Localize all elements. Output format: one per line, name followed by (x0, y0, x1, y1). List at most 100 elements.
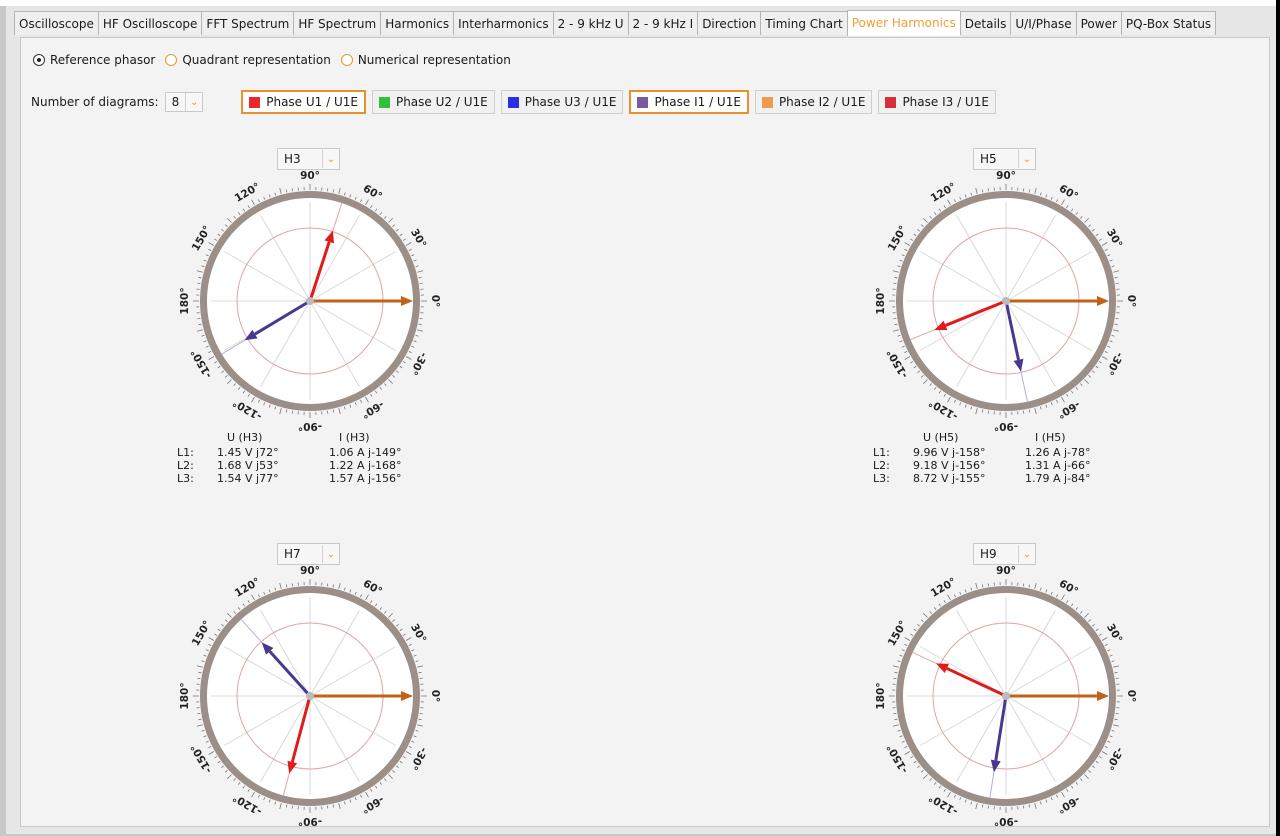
row-label: L2: (873, 459, 890, 472)
chevron-down-icon: ⌄ (1018, 545, 1035, 563)
harmonic-value: H9 (980, 547, 997, 561)
phase-buttons: Phase U1 / U1E Phase U2 / U1E Phase U3 / U… (241, 90, 1002, 114)
angle-label: 150° (886, 619, 910, 649)
phase-label: Phase I1 / U1E (654, 95, 741, 109)
tab-direction[interactable]: Direction (697, 11, 761, 35)
view-mode-option[interactable]: Reference phasor (33, 53, 155, 67)
angle-label: 60° (361, 183, 384, 203)
chevron-down-icon: ⌄ (1018, 150, 1035, 168)
voltage-header: U (H3) (227, 431, 263, 444)
color-swatch (378, 96, 390, 108)
tab-details[interactable]: Details (959, 11, 1011, 35)
angle-label: 120° (233, 576, 263, 600)
current-header: I (H3) (339, 431, 370, 444)
angle-label: -90° (298, 420, 322, 432)
tab-strip: Oscilloscope HF Oscilloscope FFT Spectrum H… (14, 10, 1217, 37)
phasor-diagram: 90°60°30°0°-30°-60°-90°-120°-150°180°150… (179, 170, 441, 432)
row-label: L3: (873, 472, 890, 485)
tab-2-9-khz-u[interactable]: 2 - 9 kHz U (552, 11, 628, 35)
angle-label: 0° (429, 690, 441, 703)
tab-timing-chart[interactable]: Timing Chart (760, 11, 847, 35)
voltage-value: 1.68 V j53° (217, 459, 279, 472)
diagram-count-label: Number of diagrams: (31, 95, 159, 109)
current-value: 1.79 A j-84° (1025, 472, 1091, 485)
phase-toggle-button[interactable]: Phase I3 / U1E (878, 90, 996, 114)
voltage-header: U (H5) (923, 431, 959, 444)
color-swatch (637, 96, 649, 108)
angle-label: -30° (1103, 350, 1126, 377)
angle-label: 60° (1057, 183, 1080, 203)
row-label: L1: (873, 446, 890, 459)
tab-2-9-khz-i[interactable]: 2 - 9 kHz I (627, 11, 698, 35)
angle-label: -90° (994, 420, 1018, 432)
angle-label: -30° (1103, 745, 1126, 772)
angle-label: 120° (929, 576, 959, 600)
harmonic-value: H3 (284, 152, 301, 166)
phase-label: Phase U3 / U1E (524, 95, 617, 109)
center-dot (306, 692, 314, 700)
angle-label: 150° (190, 224, 214, 254)
angle-label: 0° (429, 295, 441, 308)
angle-label: 180° (179, 287, 191, 314)
radio-button[interactable] (340, 54, 353, 66)
angle-label: 90° (996, 565, 1016, 577)
phase-toggle-button[interactable]: Phase U3 / U1E (500, 90, 624, 114)
radio-button[interactable] (33, 54, 45, 66)
harmonic-select[interactable]: H5 ⌄ (973, 148, 1036, 170)
phasor-diagram: 90°60°30°0°-30°-60°-90°-120°-150°180°150… (875, 565, 1137, 827)
diagram-count-select[interactable]: 8 ⌄ (164, 92, 204, 112)
tab-hf-oscilloscope[interactable]: HF Oscilloscope (97, 11, 202, 35)
tab-power[interactable]: Power (1075, 11, 1121, 35)
center-dot (1002, 692, 1010, 700)
phase-toggle-button[interactable]: Phase I1 / U1E (629, 90, 749, 114)
angle-label: 90° (996, 170, 1016, 182)
harmonic-select[interactable]: H3 ⌄ (277, 148, 340, 170)
radio-button[interactable] (165, 54, 178, 66)
view-mode-label: Quadrant representation (182, 53, 331, 67)
voltage-value: 8.72 V j-155° (913, 472, 986, 485)
tab-interharmonics[interactable]: Interharmonics (453, 11, 553, 35)
angle-label: -90° (994, 815, 1018, 827)
current-value: 1.26 A j-78° (1025, 446, 1091, 459)
voltage-value: 9.18 V j-156° (913, 459, 986, 472)
row-label: L3: (177, 472, 194, 485)
tab-u-i-phase[interactable]: U/I/Phase (1010, 11, 1076, 35)
angle-label: 30° (408, 622, 428, 645)
angle-label: -30° (407, 350, 430, 377)
harmonic-select[interactable]: H9 ⌄ (973, 543, 1036, 565)
color-swatch (885, 96, 897, 108)
tab-oscilloscope[interactable]: Oscilloscope (14, 11, 98, 35)
harmonic-value: H7 (284, 547, 301, 561)
current-value: 1.57 A j-156° (329, 472, 402, 485)
tab-power-harmonics[interactable]: Power Harmonics (846, 10, 960, 36)
color-swatch (249, 96, 261, 108)
angle-label: 180° (875, 287, 887, 314)
phase-toggle-button[interactable]: Phase U2 / U1E (371, 90, 495, 114)
angle-label: 30° (1104, 622, 1124, 645)
view-mode-option[interactable]: Quadrant representation (165, 53, 331, 67)
center-dot (1002, 297, 1010, 305)
angle-label: -60° (1055, 793, 1082, 816)
tab-harmonics[interactable]: Harmonics (380, 11, 454, 35)
tab-pq-box-status[interactable]: PQ-Box Status (1120, 11, 1217, 35)
phase-toggle-button[interactable]: Phase U1 / U1E (241, 90, 366, 114)
current-value: 1.31 A j-66° (1025, 459, 1091, 472)
phase-toggle-button[interactable]: Phase I2 / U1E (754, 90, 873, 114)
tab-fft-spectrum[interactable]: FFT Spectrum (201, 11, 294, 35)
view-mode-option[interactable]: Numerical representation (340, 53, 511, 67)
controls-row: Number of diagrams: 8 ⌄ Phase U1 / U1E Ph… (31, 90, 1002, 114)
phasor-diagram: 90°60°30°0°-30°-60°-90°-120°-150°180°150… (875, 170, 1137, 432)
tab-hf-spectrum[interactable]: HF Spectrum (293, 11, 381, 35)
view-mode-radio-group: Reference phasor Quadrant representation N… (33, 53, 515, 67)
angle-label: 60° (361, 578, 384, 598)
center-dot (306, 297, 314, 305)
angle-label: 0° (1125, 295, 1137, 308)
phase-label: Phase I2 / U1E (778, 95, 866, 109)
harmonic-select[interactable]: H7 ⌄ (277, 543, 340, 565)
phase-label: Phase I3 / U1E (902, 95, 989, 109)
angle-label: -90° (298, 815, 322, 827)
chevron-down-icon: ⌄ (322, 545, 339, 563)
angle-label: 120° (929, 181, 959, 205)
window-edge (1276, 0, 1280, 836)
row-label: L2: (177, 459, 194, 472)
